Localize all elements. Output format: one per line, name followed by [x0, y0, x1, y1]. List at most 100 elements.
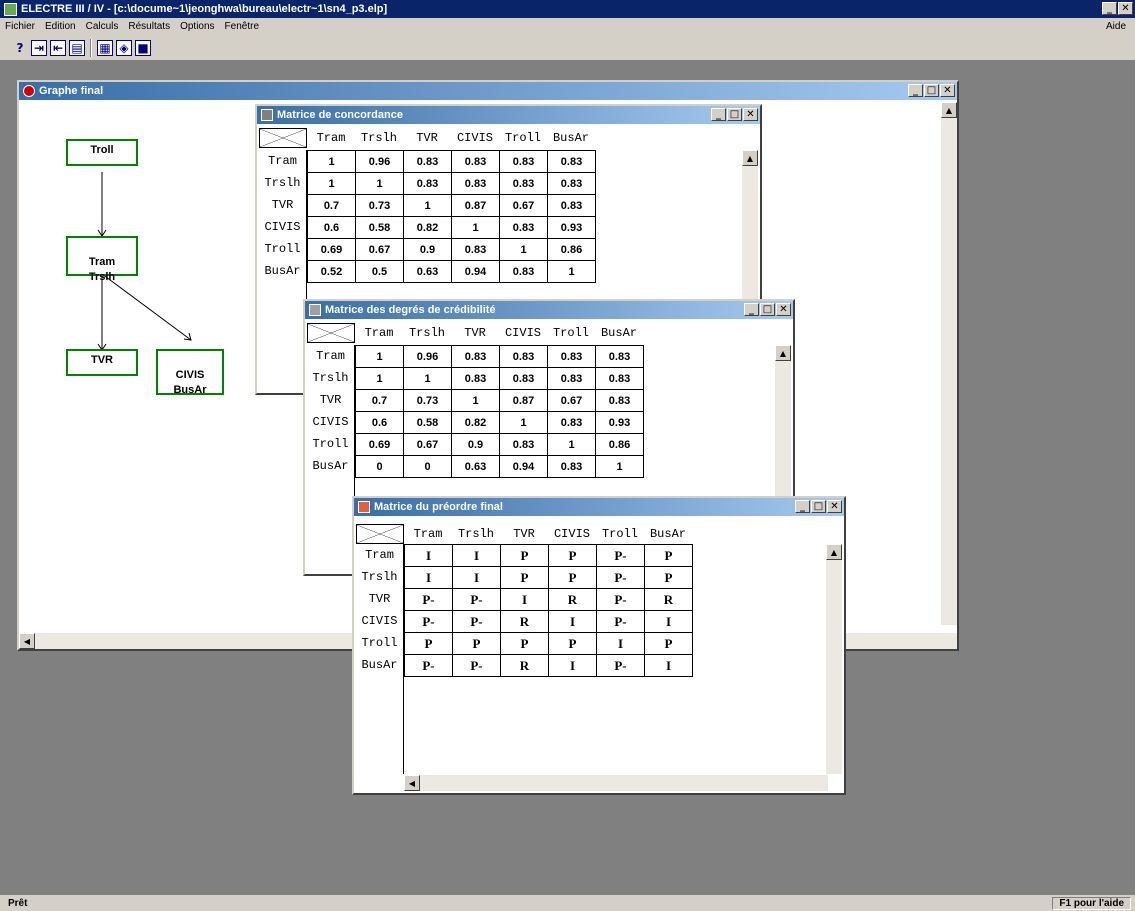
- matrix-cell[interactable]: 0.83: [547, 194, 596, 217]
- menu-aide[interactable]: Aide: [1101, 21, 1131, 32]
- matrix-cell[interactable]: 0.83: [451, 238, 500, 261]
- menu-fichier[interactable]: Fichier: [0, 21, 40, 32]
- matrix-cell[interactable]: 0.73: [403, 389, 452, 412]
- matrix-cell[interactable]: 1: [547, 433, 596, 456]
- matrix-cell[interactable]: 0.83: [499, 433, 548, 456]
- matrix-cell[interactable]: P: [644, 566, 693, 589]
- matrix-cell[interactable]: 1: [451, 216, 500, 239]
- matrix-cell[interactable]: P-: [596, 654, 645, 677]
- credibility-minimize-button[interactable]: _: [744, 303, 759, 316]
- matrix-cell[interactable]: 0.83: [403, 172, 452, 195]
- matrix-cell[interactable]: R: [500, 654, 549, 677]
- preorder-vscroll[interactable]: ▲: [826, 544, 842, 774]
- matrix-cell[interactable]: P: [548, 544, 597, 567]
- matrix-cell[interactable]: P-: [452, 610, 501, 633]
- matrix-cell[interactable]: 0.83: [547, 367, 596, 390]
- preorder-maximize-button[interactable]: □: [811, 500, 826, 513]
- matrix-cell[interactable]: 1: [499, 411, 548, 434]
- concordance-minimize-button[interactable]: _: [711, 108, 726, 121]
- matrix-cell[interactable]: R: [548, 588, 597, 611]
- matrix-cell[interactable]: 0.93: [595, 411, 644, 434]
- matrix-cell[interactable]: 0.96: [403, 345, 452, 368]
- scroll-up-icon[interactable]: ▲: [826, 544, 842, 560]
- matrix-cell[interactable]: I: [404, 566, 453, 589]
- matrix-cell[interactable]: 0.9: [451, 433, 500, 456]
- scroll-left-icon[interactable]: ◀: [404, 775, 420, 791]
- matrix-cell[interactable]: 0.86: [547, 238, 596, 261]
- minimize-button[interactable]: _: [1102, 2, 1117, 15]
- matrix-cell[interactable]: I: [404, 544, 453, 567]
- matrix-cell[interactable]: 0: [355, 455, 404, 478]
- matrix-cell[interactable]: 0.5: [355, 260, 404, 283]
- import-icon[interactable]: ⇥: [31, 39, 47, 56]
- menu-edition[interactable]: Edition: [40, 21, 81, 32]
- matrix-cell[interactable]: 0.63: [451, 455, 500, 478]
- matrix-cell[interactable]: 0.96: [355, 150, 404, 173]
- matrix-cell[interactable]: 1: [355, 345, 404, 368]
- graph-vscroll[interactable]: ▲: [941, 102, 957, 625]
- matrix-icon[interactable]: ▦: [97, 39, 113, 56]
- matrix-cell[interactable]: I: [644, 654, 693, 677]
- scroll-up-icon[interactable]: ▲: [941, 102, 957, 118]
- matrix-cell[interactable]: P-: [596, 544, 645, 567]
- matrix-cell[interactable]: 0.83: [451, 150, 500, 173]
- matrix-cell[interactable]: I: [452, 566, 501, 589]
- matrix-cell[interactable]: 0.9: [403, 238, 452, 261]
- matrix-cell[interactable]: 0.83: [451, 345, 500, 368]
- matrix-cell[interactable]: P: [644, 632, 693, 655]
- help-icon[interactable]: ?: [12, 40, 28, 56]
- matrix-cell[interactable]: 1: [547, 260, 596, 283]
- matrix-cell[interactable]: 0.7: [355, 389, 404, 412]
- preorder-hscroll[interactable]: ◀: [404, 775, 828, 791]
- graph-node-tvr[interactable]: TVR: [66, 349, 138, 376]
- matrix-cell[interactable]: 0.58: [403, 411, 452, 434]
- graph-close-button[interactable]: ✕: [940, 84, 955, 97]
- concordance-titlebar[interactable]: Matrice de concordance _ □ ✕: [257, 106, 760, 124]
- matrix-cell[interactable]: 1: [307, 150, 356, 173]
- matrix-cell[interactable]: 1: [595, 455, 644, 478]
- matrix-cell[interactable]: 0: [403, 455, 452, 478]
- graph-window-titlebar[interactable]: Graphe final _ □ ✕: [19, 82, 957, 100]
- matrix-cell[interactable]: P-: [452, 588, 501, 611]
- matrix-cell[interactable]: I: [548, 610, 597, 633]
- matrix-cell[interactable]: 0.83: [547, 455, 596, 478]
- matrix-cell[interactable]: 1: [403, 194, 452, 217]
- matrix-cell[interactable]: 0.87: [451, 194, 500, 217]
- matrix-cell[interactable]: P-: [596, 566, 645, 589]
- credibility-titlebar[interactable]: Matrice des degrés de crédibilité _ □ ✕: [305, 301, 793, 319]
- matrix-cell[interactable]: I: [548, 654, 597, 677]
- matrix-cell[interactable]: I: [644, 610, 693, 633]
- matrix-cell[interactable]: 0.63: [403, 260, 452, 283]
- matrix-cell[interactable]: P-: [404, 654, 453, 677]
- matrix-cell[interactable]: 0.83: [547, 172, 596, 195]
- graph-node-tram-trslh[interactable]: Tram Trslh: [66, 236, 138, 283]
- matrix-cell[interactable]: 0.6: [307, 216, 356, 239]
- scroll-left-icon[interactable]: ◀: [19, 633, 35, 649]
- matrix-cell[interactable]: 0.83: [499, 260, 548, 283]
- matrix-cell[interactable]: 0.67: [547, 389, 596, 412]
- concordance-maximize-button[interactable]: □: [727, 108, 742, 121]
- matrix-cell[interactable]: 0.58: [355, 216, 404, 239]
- matrix-cell[interactable]: 0.6: [355, 411, 404, 434]
- matrix-cell[interactable]: 0.69: [307, 238, 356, 261]
- graph-maximize-button[interactable]: □: [924, 84, 939, 97]
- matrix-cell[interactable]: 0.83: [499, 172, 548, 195]
- matrix-cell[interactable]: 0.94: [451, 260, 500, 283]
- menu-calculs[interactable]: Calculs: [81, 21, 124, 32]
- matrix-cell[interactable]: P-: [596, 588, 645, 611]
- matrix-cell[interactable]: 0.52: [307, 260, 356, 283]
- credibility-close-button[interactable]: ✕: [776, 303, 791, 316]
- matrix-cell[interactable]: 1: [355, 367, 404, 390]
- scroll-up-icon[interactable]: ▲: [775, 345, 791, 361]
- matrix-cell[interactable]: 0.83: [499, 345, 548, 368]
- matrix-cell[interactable]: 0.83: [547, 411, 596, 434]
- matrix-cell[interactable]: P: [548, 566, 597, 589]
- matrix-cell[interactable]: 1: [403, 367, 452, 390]
- close-button[interactable]: ✕: [1118, 2, 1133, 15]
- matrix-cell[interactable]: 0.83: [451, 367, 500, 390]
- graph-icon[interactable]: ◈: [116, 39, 132, 56]
- matrix-cell[interactable]: 0.94: [499, 455, 548, 478]
- matrix-cell[interactable]: 1: [307, 172, 356, 195]
- matrix-cell[interactable]: P: [404, 632, 453, 655]
- matrix-cell[interactable]: 0.83: [499, 367, 548, 390]
